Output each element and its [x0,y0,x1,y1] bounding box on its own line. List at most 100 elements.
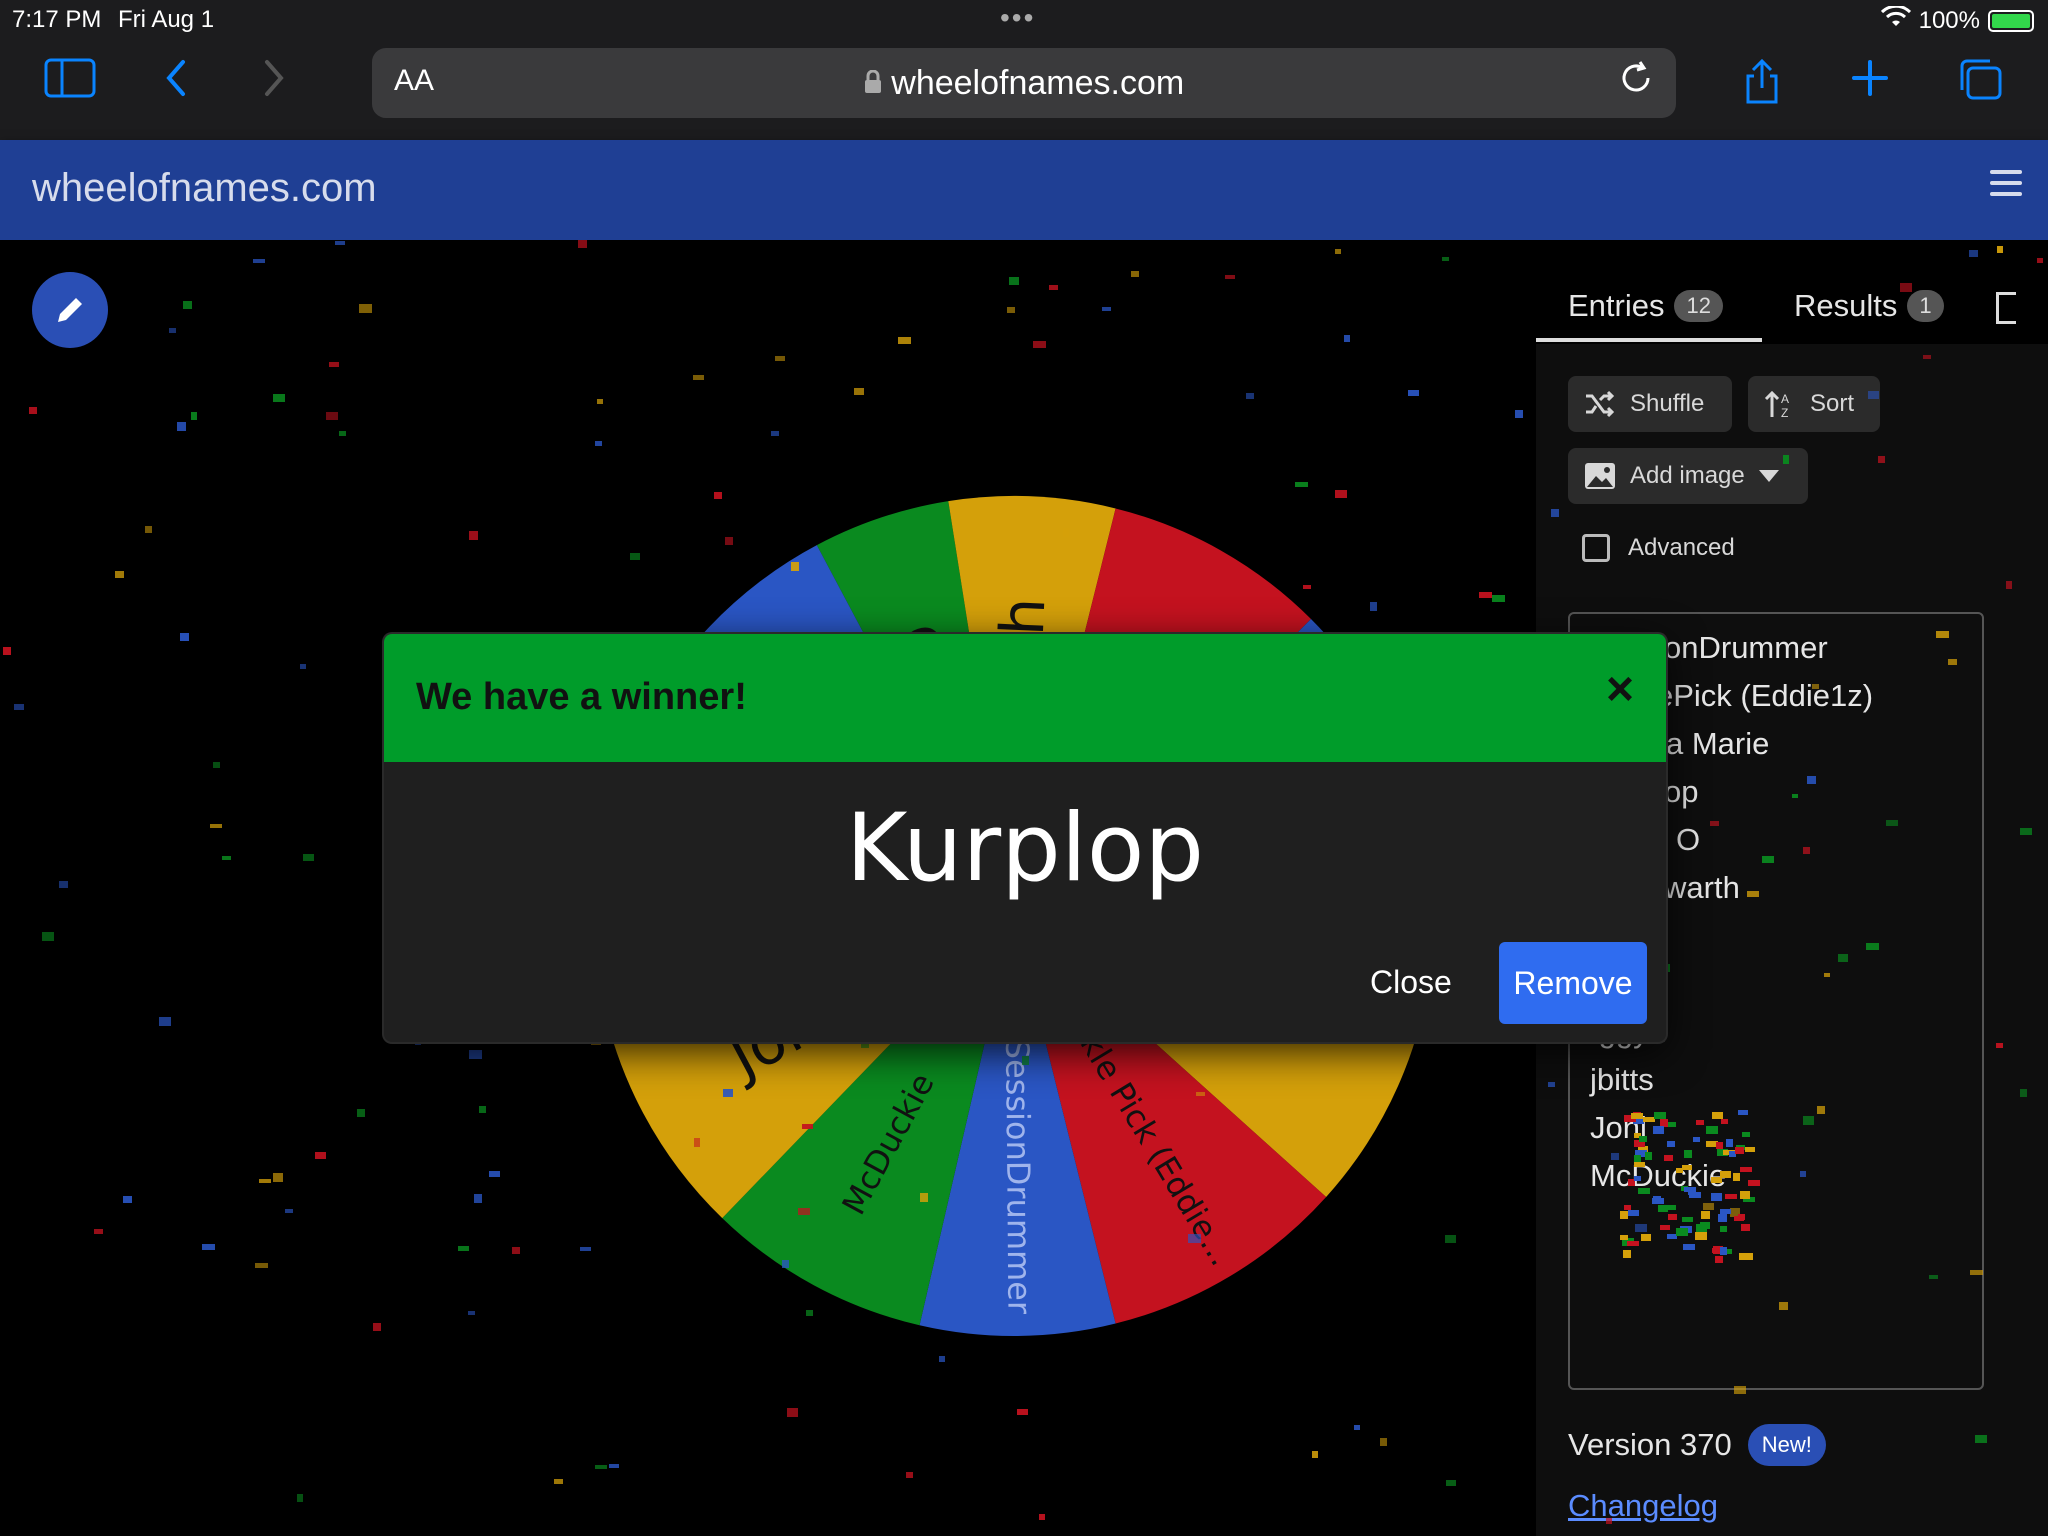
results-count-badge: 1 [1907,290,1944,322]
tab-entries[interactable]: Entries 12 [1568,288,1723,324]
confetti-piece [1033,341,1046,348]
entries-count-badge: 12 [1674,290,1723,322]
confetti-piece [469,531,478,540]
status-date: Fri Aug 1 [118,6,215,33]
dialog-title: We have a winner! [416,676,747,718]
winner-dialog: We have a winner! × Kurplop Close Remove [384,634,1666,1042]
multitasking-dots-icon[interactable]: ••• [1000,2,1035,34]
confetti-piece [479,1106,486,1113]
confetti-piece [775,356,785,361]
confetti-piece [222,856,231,860]
battery-percent: 100% [1918,6,1980,34]
confetti-piece [1492,595,1505,602]
close-icon[interactable]: × [1606,662,1634,717]
confetti-piece [145,526,152,533]
svg-text:Z: Z [1781,406,1788,419]
confetti-piece [1312,1451,1318,1458]
confetti-piece [554,1479,563,1484]
confetti-piece [339,431,346,436]
confetti-piece [1007,307,1015,313]
tab-results[interactable]: Results 1 [1794,288,1944,324]
confetti-piece [1102,307,1111,311]
confetti-piece [159,1017,171,1026]
lock-icon [864,64,891,102]
confetti-piece [898,337,911,344]
confetti-piece [693,375,704,380]
edit-pencil-button[interactable] [32,272,108,348]
confetti-piece [335,241,345,245]
browser-toolbar: AA wheelofnames.com [0,40,2048,140]
confetti-piece [1479,592,1492,598]
forward-icon[interactable] [244,58,304,106]
new-badge: New! [1747,1424,1826,1466]
confetti-piece [123,1196,132,1203]
confetti-piece [1039,1514,1045,1520]
add-image-button[interactable]: Add image [1568,448,1808,504]
site-header: wheelofnames.com [0,140,2048,240]
svg-text:A: A [1781,392,1789,406]
close-button[interactable]: Close [1370,942,1452,1022]
confetti-piece [1017,1409,1028,1415]
confetti-piece [273,1173,283,1182]
confetti-piece [202,1244,215,1250]
confetti-piece [595,1465,607,1469]
hamburger-menu-icon[interactable] [1990,170,2022,203]
confetti-piece [489,1171,500,1177]
confetti-piece [1969,250,1978,257]
confetti-piece [329,362,339,367]
dialog-header: We have a winner! × [384,634,1666,762]
list-item: Joni [1590,1110,1647,1145]
list-item: a Marie [1666,726,1770,761]
list-item: warth [1664,870,1740,905]
list-item: ePick (Eddie1z) [1656,678,1874,713]
confetti-piece [906,1472,913,1478]
tabs-overview-icon[interactable] [1950,58,2010,106]
confetti-piece [1131,271,1139,277]
confetti-piece [273,394,285,402]
pencil-icon [58,298,82,322]
confetti-piece [597,399,603,404]
advanced-checkbox[interactable] [1582,534,1610,562]
confetti-piece [787,1408,798,1417]
sidebar-toggle-icon[interactable] [40,58,100,106]
confetti-piece [1344,335,1350,342]
shuffle-button[interactable]: Shuffle [1568,376,1732,432]
status-time: 7:17 PM [12,6,102,33]
site-brand[interactable]: wheelofnames.com [32,166,377,211]
confetti-piece [474,1194,482,1203]
confetti-piece [1408,390,1419,396]
confetti-piece [94,1229,103,1234]
confetti-piece [253,259,265,263]
confetti-piece [259,1179,271,1183]
confetti-piece [191,412,197,420]
confetti-piece [1380,1438,1387,1446]
confetti-piece [1246,393,1254,399]
reload-icon[interactable] [1618,60,1654,106]
address-bar[interactable]: AA wheelofnames.com [372,48,1676,118]
sort-label: Sort [1810,390,1855,417]
confetti-piece [1354,1425,1360,1430]
confetti-piece [1997,246,2003,253]
confetti-piece [3,647,11,655]
collapse-panel-icon[interactable] [1996,292,2016,324]
confetti-piece [1515,410,1523,418]
confetti-piece [1446,1480,1456,1486]
confetti-piece [14,704,24,710]
confetti-piece [177,422,186,431]
changelog-link[interactable]: Changelog [1568,1488,1718,1524]
confetti-piece [578,240,587,248]
confetti-piece [468,1311,475,1315]
list-item: jbitts [1590,1062,1654,1097]
share-icon[interactable] [1732,58,1792,106]
tab-results-label: Results [1794,288,1898,323]
confetti-piece [300,664,306,669]
remove-button[interactable]: Remove [1499,942,1647,1024]
confetti-piece [42,932,54,941]
sort-button[interactable]: AZ Sort [1748,376,1880,432]
advanced-option[interactable]: Advanced [1582,534,1735,562]
new-tab-icon[interactable] [1840,58,1900,106]
winner-name: Kurplop [845,794,1205,903]
url-display[interactable]: wheelofnames.com [372,64,1676,103]
back-icon[interactable] [146,58,206,106]
active-tab-indicator [1536,338,1762,342]
